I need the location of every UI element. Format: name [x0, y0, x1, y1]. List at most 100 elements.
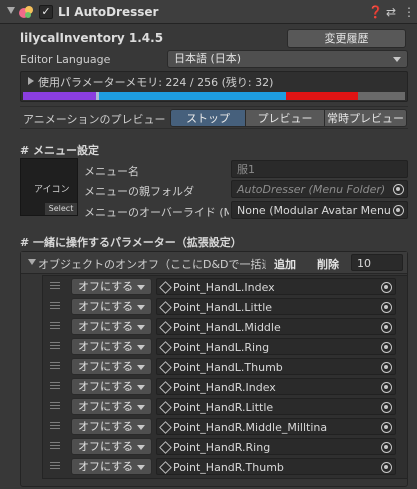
object-onoff-label: オブジェクトのオンオフ（ここにD&Dで一括追加 [38, 258, 266, 271]
object-picker-icon[interactable] [381, 342, 392, 353]
mode-value: オフにする [78, 440, 134, 453]
enabled-checkbox[interactable]: ✓ [39, 5, 53, 19]
mode-dropdown[interactable]: オフにする [71, 438, 152, 455]
list-item: オフにする Point_HandR.Middle_Milltina [44, 416, 408, 436]
menu-override-label: メニューのオーバーライド (Modu [84, 206, 229, 219]
mode-dropdown[interactable]: オフにする [71, 358, 152, 375]
mode-value: オフにする [78, 380, 134, 393]
mode-value: オフにする [78, 400, 134, 413]
object-picker-icon[interactable] [381, 362, 392, 373]
chevron-down-icon [137, 465, 145, 470]
mode-dropdown[interactable]: オフにする [71, 378, 152, 395]
object-picker-icon[interactable] [393, 205, 404, 216]
object-picker-icon[interactable] [381, 282, 392, 293]
drag-handle-icon[interactable] [50, 362, 60, 369]
object-picker-icon[interactable] [381, 382, 392, 393]
object-field[interactable]: Point_HandL.Thumb [156, 358, 396, 375]
list-item: オフにする Point_HandL.Thumb [44, 356, 408, 376]
object-picker-icon[interactable] [393, 184, 404, 195]
object-name: Point_HandR.Index [173, 381, 276, 394]
mode-dropdown[interactable]: オフにする [71, 298, 152, 315]
object-picker-icon[interactable] [381, 402, 392, 413]
drag-handle-icon[interactable] [50, 402, 60, 409]
gameobject-icon [159, 301, 172, 314]
list-item: オフにする Point_HandL.Middle [44, 316, 408, 336]
object-picker-icon[interactable] [381, 442, 392, 453]
object-field[interactable]: Point_HandL.Middle [156, 318, 396, 335]
mode-value: オフにする [78, 420, 134, 433]
mode-dropdown[interactable]: オフにする [71, 338, 152, 355]
memory-foldout-icon[interactable] [28, 77, 34, 85]
gameobject-icon [159, 281, 172, 294]
drag-handle-icon[interactable] [50, 342, 60, 349]
object-name: Point_HandL.Little [173, 301, 273, 314]
drag-handle-icon[interactable] [50, 302, 60, 309]
preview-play-button[interactable]: プレビュー [246, 109, 325, 127]
memory-segment [285, 92, 359, 100]
object-picker-icon[interactable] [381, 462, 392, 473]
params-heading: # 一緒に操作するパラメーター（拡張設定） [20, 236, 242, 249]
drag-handle-icon[interactable] [50, 422, 60, 429]
mode-value: オフにする [78, 320, 134, 333]
object-picker-icon[interactable] [381, 302, 392, 313]
menu-override-field[interactable]: None (Modular Avatar Menu [231, 201, 408, 219]
gameobject-icon [159, 461, 172, 474]
drag-handle-icon[interactable] [50, 442, 60, 449]
menu-icon-slot[interactable]: アイコン Select [20, 158, 78, 216]
onoff-foldout-icon[interactable] [28, 259, 36, 265]
object-field[interactable]: Point_HandR.Thumb [156, 458, 396, 475]
gameobject-icon [159, 321, 172, 334]
chevron-down-icon [137, 425, 145, 430]
mode-value: オフにする [78, 460, 134, 473]
mode-dropdown[interactable]: オフにする [71, 458, 152, 475]
foldout-arrow-icon[interactable] [7, 7, 15, 14]
object-field[interactable]: Point_HandL.Index [156, 278, 396, 295]
gameobject-icon [159, 401, 172, 414]
inventory-version: lilycalInventory 1.4.5 [20, 31, 164, 45]
object-field[interactable]: Point_HandR.Little [156, 398, 396, 415]
drag-handle-icon[interactable] [50, 282, 60, 289]
menu-icon-select-button[interactable]: Select [45, 203, 77, 215]
presets-icon[interactable]: ⇄ [386, 5, 396, 19]
editor-language-dropdown[interactable]: 日本語 (日本) [167, 50, 408, 68]
memory-panel: 使用パラメーターメモリ: 224 / 256 (残り: 32) [20, 71, 408, 102]
preview-always-button[interactable]: 常時プレビュー [325, 109, 407, 127]
mode-value: オフにする [78, 280, 134, 293]
mode-dropdown[interactable]: オフにする [71, 278, 152, 295]
menu-name-field[interactable]: 服1 [231, 160, 408, 178]
object-picker-icon[interactable] [381, 322, 392, 333]
drag-handle-icon[interactable] [50, 462, 60, 469]
mode-dropdown[interactable]: オフにする [71, 398, 152, 415]
object-field[interactable]: Point_HandR.Index [156, 378, 396, 395]
changelog-button[interactable]: 変更履歴 [287, 29, 406, 48]
object-field[interactable]: Point_HandR.Middle_Milltina [156, 418, 396, 435]
add-button[interactable]: 追加 [274, 256, 296, 272]
object-field[interactable]: Point_HandR.Ring [156, 438, 396, 455]
list-item: オフにする Point_HandL.Index [44, 276, 408, 296]
object-field[interactable]: Point_HandL.Ring [156, 338, 396, 355]
drag-handle-icon[interactable] [50, 382, 60, 389]
mode-dropdown[interactable]: オフにする [71, 318, 152, 335]
menu-settings-heading: # メニュー設定 [20, 144, 100, 157]
more-icon[interactable]: ⋮ [403, 5, 415, 19]
drag-handle-icon[interactable] [50, 322, 60, 329]
chevron-down-icon [137, 365, 145, 370]
memory-usage-bar [23, 92, 405, 100]
preview-label: アニメーションのプレビュー [23, 113, 166, 126]
list-count-field[interactable]: 10 [351, 254, 403, 271]
list-item: オフにする Point_HandR.Index [44, 376, 408, 396]
object-name: Point_HandR.Little [173, 401, 274, 414]
menu-override-value: None (Modular Avatar Menu [237, 204, 391, 217]
object-picker-icon[interactable] [381, 422, 392, 433]
remove-button[interactable]: 削除 [317, 256, 339, 272]
mode-dropdown[interactable]: オフにする [71, 418, 152, 435]
preview-row: アニメーションのプレビュー ストップ プレビュー 常時プレビュー [20, 106, 408, 129]
parent-folder-field[interactable]: AutoDresser (Menu Folder) [231, 180, 408, 198]
list-item: オフにする Point_HandR.Ring [44, 436, 408, 456]
component-title: LI AutoDresser [58, 5, 159, 19]
preview-stop-button[interactable]: ストップ [170, 109, 246, 127]
object-field[interactable]: Point_HandL.Little [156, 298, 396, 315]
help-icon[interactable]: ❓ [368, 5, 383, 19]
mode-value: オフにする [78, 300, 134, 313]
editor-language-value: 日本語 (日本) [174, 52, 242, 65]
